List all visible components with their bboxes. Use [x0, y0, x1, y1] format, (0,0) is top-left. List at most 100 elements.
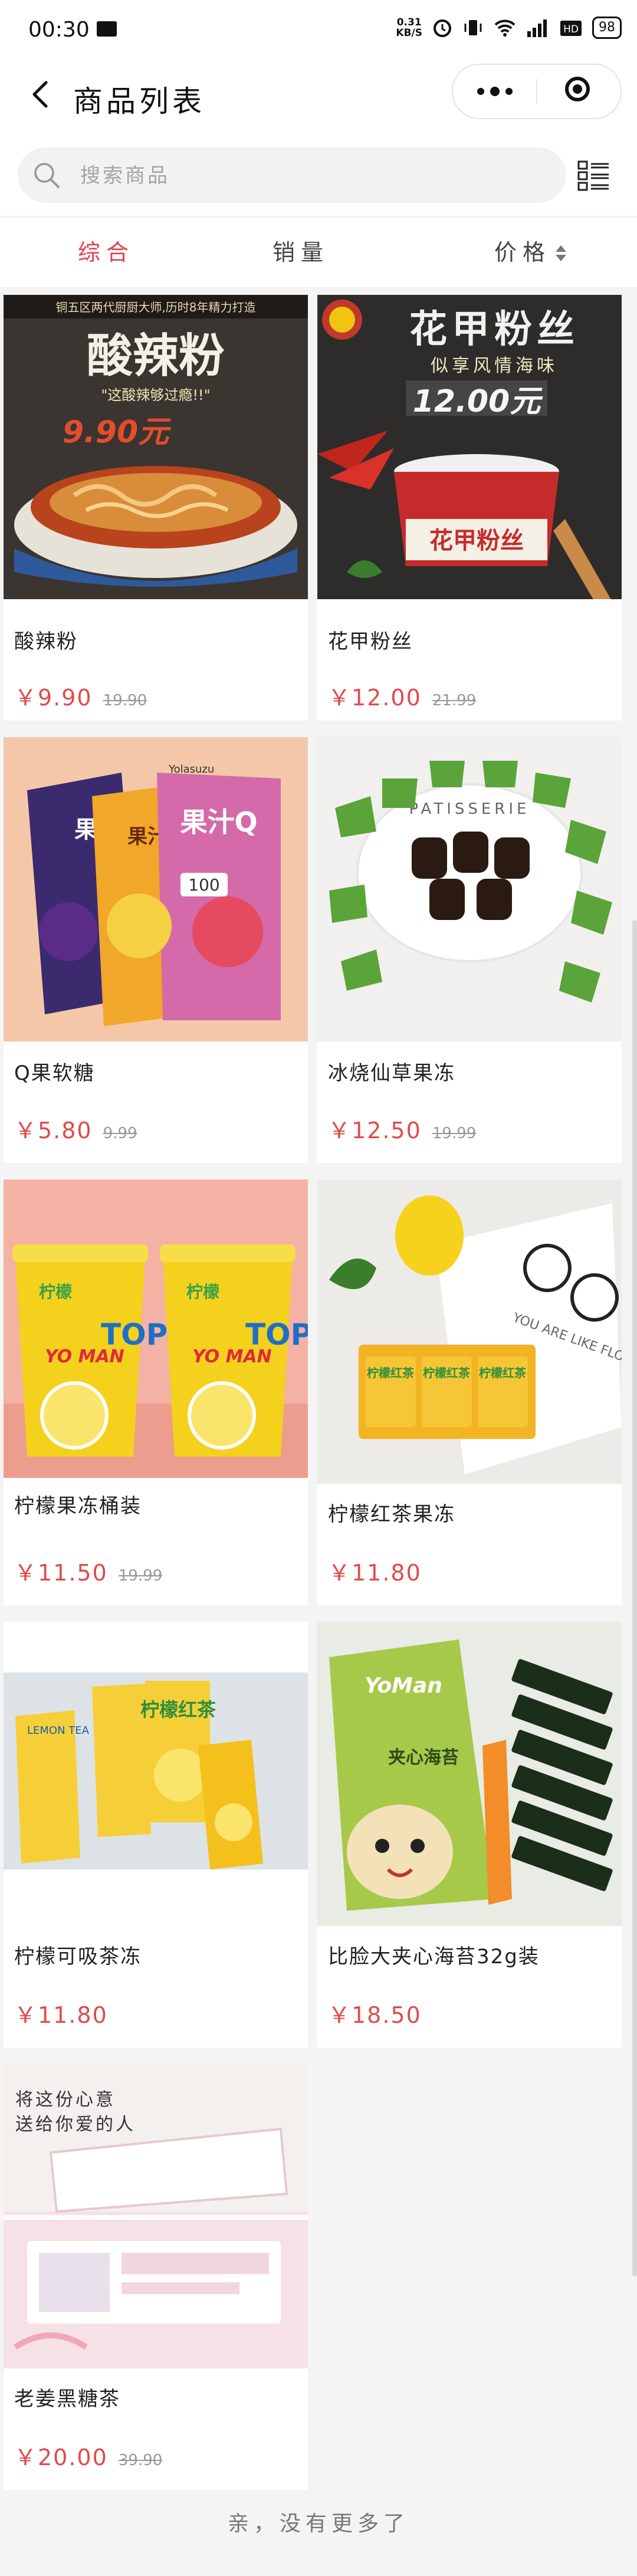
network-speed-value: 0.31	[396, 17, 422, 28]
battery-indicator: 98	[592, 17, 622, 39]
search-input[interactable]	[79, 147, 541, 204]
banner-price: 12.00元	[413, 384, 543, 419]
product-image: 花甲粉丝 似享风情海味 12.00元 花甲粉丝	[317, 295, 622, 599]
list-view-icon[interactable]	[577, 158, 611, 192]
product-price: ￥11.80	[328, 1555, 424, 1587]
product-image: 铜五区两代厨厨大师,历时8年精力打造 酸辣粉 "这酸辣够过瘾!!" 9.90元	[4, 295, 308, 599]
product-image: 将这份心意 送给你爱的人	[4, 2064, 308, 2368]
banner-title: 酸辣粉	[87, 330, 225, 383]
product-image: YoMan 夹心海苔	[317, 1622, 622, 1926]
tub-top: TOP	[101, 1317, 168, 1352]
product-card[interactable]: 花甲粉丝 似享风情海味 12.00元 花甲粉丝 花甲粉丝 ￥12.00 21.9…	[317, 295, 622, 721]
price-current: ￥9.90	[14, 685, 93, 711]
box-label-2: 柠檬红茶	[423, 1366, 471, 1380]
product-name: 柠檬可吸茶冻	[14, 1945, 142, 1969]
product-price: ￥18.50	[328, 1997, 424, 2029]
product-name: 花甲粉丝	[328, 630, 413, 653]
tub-cn-label-2: 柠檬	[186, 1282, 219, 1302]
price-current: ￥12.00	[328, 685, 422, 711]
price-original: 39.90	[118, 2452, 163, 2469]
tub-top-2: TOP	[245, 1317, 308, 1352]
product-name: 冰烧仙草果冻	[328, 1062, 455, 1085]
price-original: 19.99	[118, 1567, 163, 1585]
product-card[interactable]: YoMan 夹心海苔 比脸大夹心海苔32g装 ￥18.50	[317, 1622, 622, 2048]
product-image: PATISSERIE	[317, 737, 622, 1041]
product-card[interactable]: 果汁 果汁 Yolasuzu 果汁Q 100 Q果软糖 ￥5.80 9.99	[4, 737, 308, 1163]
sort-comprehensive[interactable]: 综合	[0, 218, 212, 287]
product-price: ￥9.90 19.90	[14, 679, 147, 712]
more-menu-button[interactable]	[453, 65, 536, 118]
pack-100-label: 100	[188, 875, 219, 895]
message-icon	[97, 21, 117, 37]
network-speed-unit: KB/S	[396, 27, 422, 39]
back-arrow-icon[interactable]	[24, 77, 59, 112]
price-original: 21.99	[432, 692, 477, 709]
product-name: Q果软糖	[14, 1062, 95, 1085]
pack-label-3: 果汁Q	[180, 806, 257, 838]
mini-program-capsule	[452, 64, 622, 119]
product-image: LEMON TEA 柠檬红茶	[4, 1622, 308, 1926]
bag-brand: YoMan	[365, 1674, 442, 1698]
wifi-icon	[494, 19, 515, 37]
cup-label: 花甲粉丝	[429, 527, 524, 554]
nav-bar: 商品列表	[0, 61, 637, 134]
page-title: 商品列表	[73, 84, 205, 119]
box-label-3: 柠檬红茶	[479, 1366, 527, 1380]
product-price: ￥5.80 9.99	[14, 1112, 137, 1145]
price-current: ￥5.80	[14, 1118, 93, 1144]
signal-icon	[527, 19, 547, 37]
search-icon	[34, 163, 60, 188]
price-original: 9.99	[103, 1125, 137, 1142]
svg-text:HD: HD	[563, 24, 579, 35]
plate-text: PATISSERIE	[409, 800, 530, 818]
product-card[interactable]: 铜五区两代厨厨大师,历时8年精力打造 酸辣粉 "这酸辣够过瘾!!" 9.90元 …	[4, 295, 308, 721]
price-current: ￥11.80	[14, 2002, 108, 2028]
search-bar	[0, 134, 637, 216]
product-price: ￥12.50 19.99	[328, 1112, 476, 1145]
product-card[interactable]: 将这份心意 送给你爱的人 老姜黑糖茶 ￥20.00 39.90	[4, 2064, 308, 2490]
no-more-text: 亲，没有更多了	[227, 2512, 409, 2536]
product-name: 酸辣粉	[14, 630, 78, 653]
price-current: ￥20.00	[14, 2444, 108, 2470]
brand-label: Yolasuzu	[168, 763, 214, 776]
pouch-en-label: LEMON TEA	[27, 1724, 90, 1737]
product-price: ￥20.00 39.90	[14, 2439, 162, 2472]
status-icons: 0.31 KB/S HD 98	[396, 17, 622, 39]
price-original: 19.90	[103, 692, 147, 709]
banner-top-text: 铜五区两代厨厨大师,历时8年精力打造	[55, 300, 255, 314]
product-image: 柠檬 柠檬 YO MAN TOP YO MAN TOP	[4, 1179, 308, 1478]
sort-bar: 综合 销量 价格	[0, 217, 637, 287]
product-name: 比脸大夹心海苔32g装	[328, 1945, 540, 1969]
sort-price[interactable]: 价格	[425, 218, 637, 287]
price-original: 19.99	[432, 1125, 477, 1142]
capsule-divider	[536, 79, 537, 104]
product-card[interactable]: PATISSERIE 冰烧仙草果冻 ￥12.50 19.99	[317, 737, 622, 1163]
sort-sales[interactable]: 销量	[195, 218, 407, 287]
banner-title: 花甲粉丝	[409, 308, 579, 351]
product-price: ￥11.80	[14, 1997, 110, 2029]
product-card[interactable]: YOU ARE LIKE FLOWER 柠檬红茶 柠檬红茶 柠檬红茶 柠檬红茶果…	[317, 1179, 622, 1605]
bag-cn-label: 夹心海苔	[388, 1747, 459, 1768]
price-current: ￥11.50	[14, 1560, 108, 1586]
scrollbar[interactable]	[632, 920, 637, 2276]
product-name: 老姜黑糖茶	[14, 2387, 120, 2411]
slogan-line-2: 送给你爱的人	[15, 2114, 136, 2135]
price-current: ￥18.50	[328, 2002, 422, 2028]
price-current: ￥12.50	[328, 1118, 422, 1144]
product-image: 果汁 果汁 Yolasuzu 果汁Q 100	[4, 737, 308, 1041]
tub-cn-label: 柠檬	[39, 1282, 72, 1302]
network-speed: 0.31 KB/S	[396, 17, 422, 38]
close-mini-program-button[interactable]	[565, 77, 590, 101]
product-name: 柠檬红茶果冻	[328, 1503, 455, 1526]
sort-price-label: 价格	[494, 239, 551, 265]
banner-slogan: 似享风情海味	[431, 356, 558, 376]
status-time: 00:30	[28, 18, 90, 42]
product-image: YOU ARE LIKE FLOWER 柠檬红茶 柠檬红茶 柠檬红茶	[317, 1179, 622, 1484]
product-card[interactable]: 柠檬 柠檬 YO MAN TOP YO MAN TOP 柠檬果冻桶装 ￥11.5…	[4, 1179, 308, 1605]
price-current: ￥11.80	[328, 1560, 422, 1586]
banner-price: 9.90元	[63, 415, 172, 450]
search-box[interactable]	[18, 147, 566, 204]
product-card[interactable]: LEMON TEA 柠檬红茶 柠檬可吸茶冻 ￥11.80	[4, 1622, 308, 2048]
alarm-icon	[434, 19, 451, 37]
slogan-line-1: 将这份心意	[15, 2089, 116, 2110]
